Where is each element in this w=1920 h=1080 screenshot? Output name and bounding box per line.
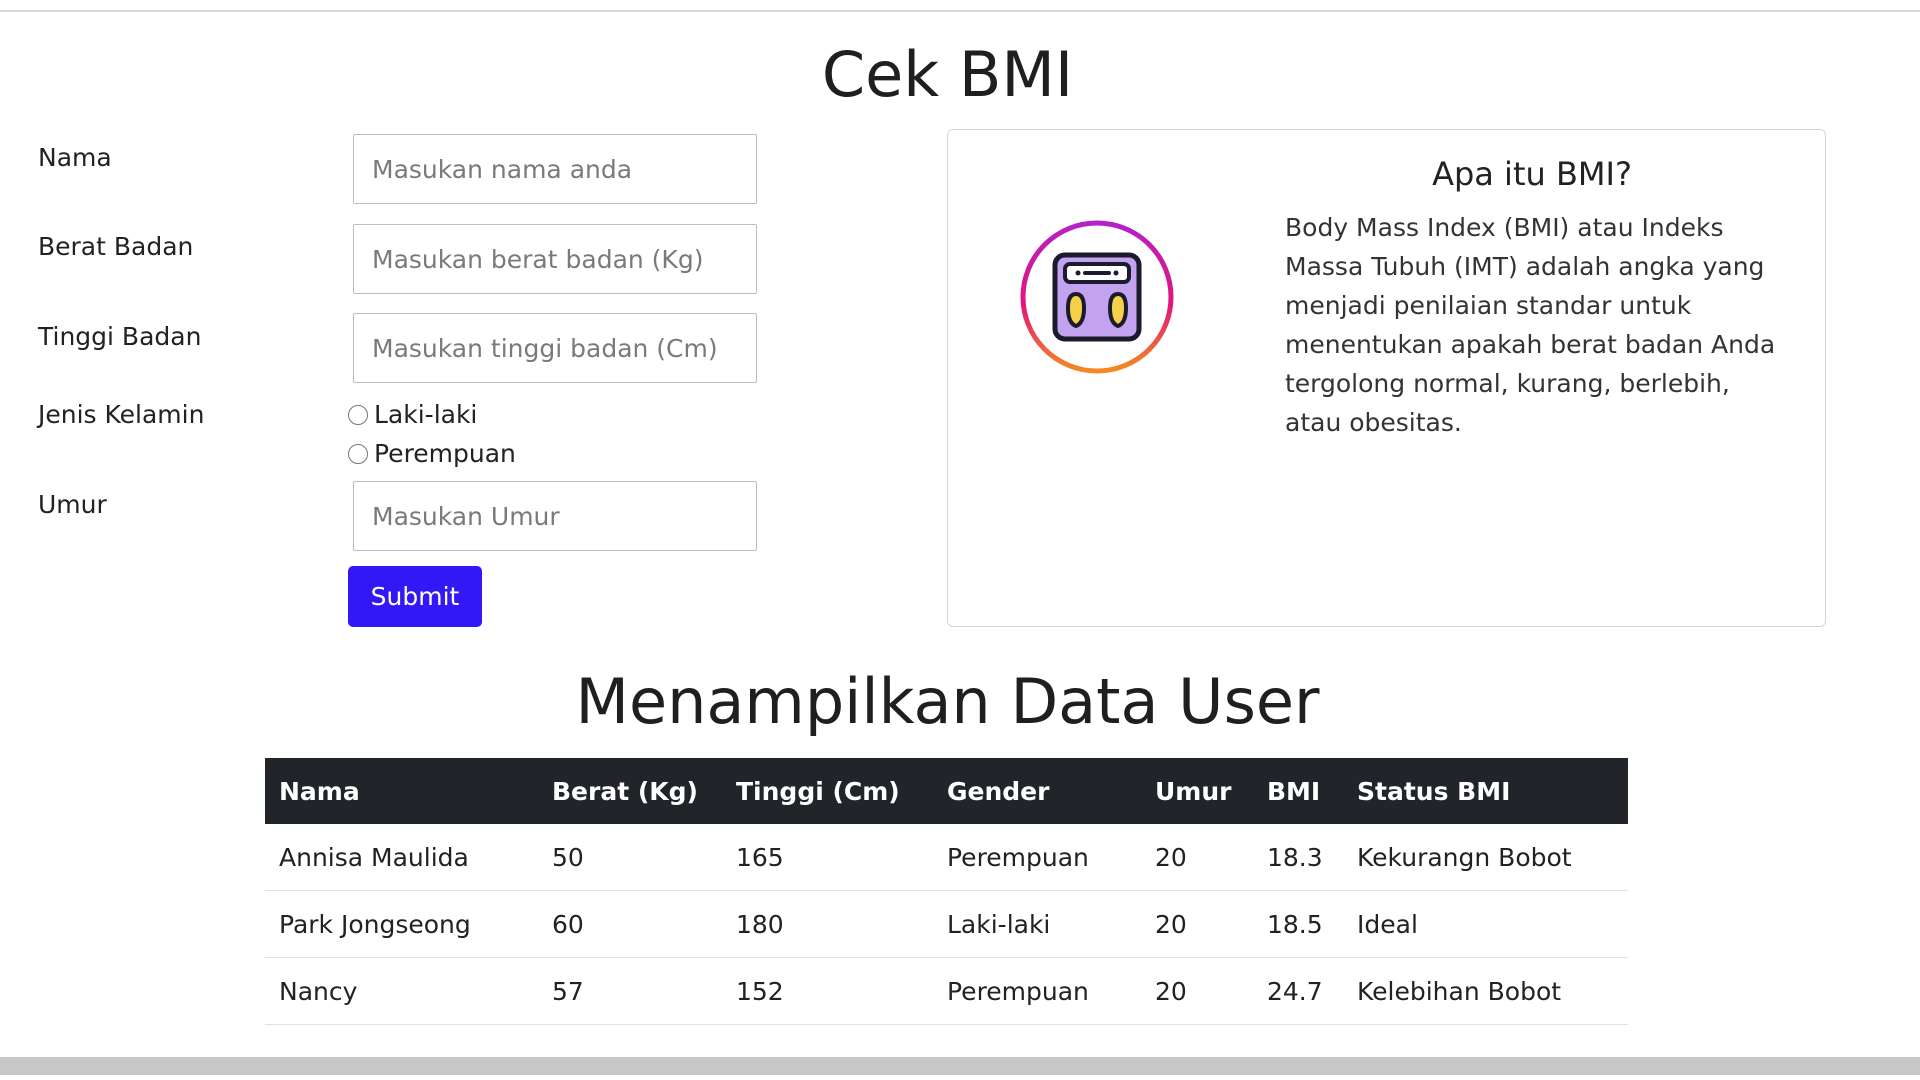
perempuan-label: Perempuan [374, 439, 516, 468]
cell-gender: Perempuan [933, 957, 1141, 1025]
cell-bmi: 18.5 [1253, 890, 1343, 958]
laki-laki-radio[interactable] [348, 404, 368, 425]
cell-status: Kekurangn Bobot [1343, 824, 1628, 891]
col-header-gender: Gender [933, 758, 1141, 824]
nama-input[interactable] [353, 134, 757, 204]
umur-label: Umur [38, 490, 107, 519]
cell-tinggi: 152 [722, 957, 933, 1025]
gender-option-laki-laki[interactable]: Laki-laki [348, 400, 477, 429]
laki-laki-label: Laki-laki [374, 400, 478, 429]
tinggi-badan-input[interactable] [353, 313, 757, 383]
col-header-status: Status BMI [1343, 758, 1628, 824]
nama-label: Nama [38, 143, 112, 172]
jenis-kelamin-label: Jenis Kelamin [38, 400, 205, 429]
tinggi-badan-label: Tinggi Badan [38, 322, 202, 351]
perempuan-radio[interactable] [348, 443, 368, 464]
data-section-title: Menampilkan Data User [575, 665, 1320, 738]
cell-nama: Nancy [265, 957, 538, 1025]
berat-badan-label: Berat Badan [38, 232, 194, 261]
cell-tinggi: 165 [722, 824, 933, 891]
gender-option-perempuan[interactable]: Perempuan [348, 439, 516, 468]
col-header-umur: Umur [1141, 758, 1253, 824]
cell-status: Kelebihan Bobot [1343, 957, 1628, 1025]
bottom-scrollbar[interactable] [0, 1057, 1920, 1075]
cell-berat: 60 [538, 890, 722, 958]
table-header-row: Nama Berat (Kg) Tinggi (Cm) Gender Umur … [265, 758, 1628, 824]
cell-umur: 20 [1141, 890, 1253, 958]
top-divider [0, 10, 1920, 12]
cell-umur: 20 [1141, 957, 1253, 1025]
cell-gender: Perempuan [933, 824, 1141, 891]
info-title: Apa itu BMI? [1432, 155, 1632, 193]
weight-scale-icon [1018, 218, 1176, 376]
cell-umur: 20 [1141, 824, 1253, 891]
umur-input[interactable] [353, 481, 757, 551]
cell-nama: Park Jongseong [265, 890, 538, 958]
table-row: Nancy 57 152 Perempuan 20 24.7 Kelebihan… [265, 957, 1628, 1025]
col-header-berat: Berat (Kg) [538, 758, 722, 824]
page-title: Cek BMI [821, 38, 1074, 111]
col-header-bmi: BMI [1253, 758, 1343, 824]
cell-gender: Laki-laki [933, 890, 1141, 958]
submit-button[interactable]: Submit [348, 566, 482, 627]
cell-berat: 57 [538, 957, 722, 1025]
cell-tinggi: 180 [722, 890, 933, 958]
info-description: Body Mass Index (BMI) atau Indeks Massa … [1285, 213, 1776, 437]
cell-bmi: 24.7 [1253, 957, 1343, 1025]
table-row: Annisa Maulida 50 165 Perempuan 20 18.3 … [265, 824, 1628, 891]
col-header-tinggi: Tinggi (Cm) [722, 758, 933, 824]
col-header-nama: Nama [265, 758, 538, 824]
cell-berat: 50 [538, 824, 722, 891]
cell-nama: Annisa Maulida [265, 824, 538, 891]
cell-bmi: 18.3 [1253, 824, 1343, 891]
cell-status: Ideal [1343, 890, 1628, 958]
berat-badan-input[interactable] [353, 224, 757, 294]
user-data-table: Nama Berat (Kg) Tinggi (Cm) Gender Umur … [265, 758, 1628, 1025]
table-row: Park Jongseong 60 180 Laki-laki 20 18.5 … [265, 890, 1628, 958]
